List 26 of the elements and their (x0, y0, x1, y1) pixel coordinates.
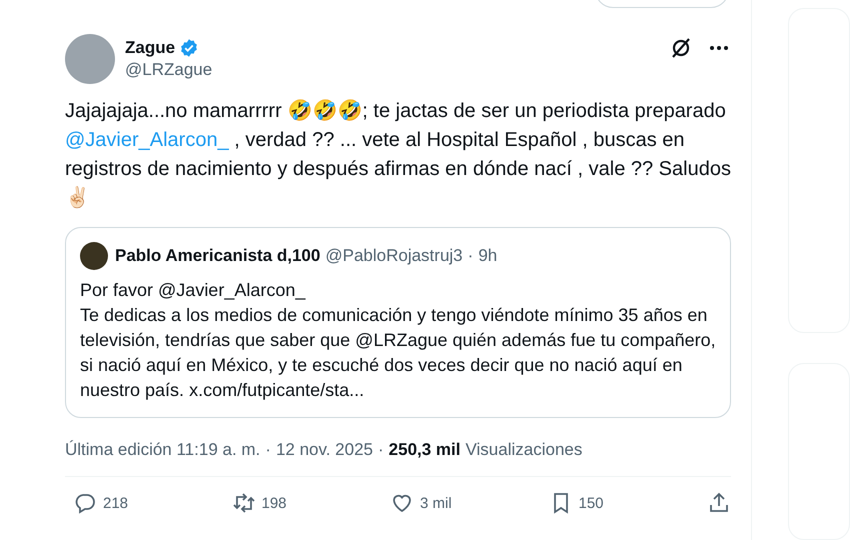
upload-arrow-icon (707, 491, 731, 515)
quoted-author-handle: @PabloRojastruj3 (325, 246, 463, 266)
like-button[interactable]: 3 mil (390, 491, 540, 515)
avatar-photo[interactable] (65, 34, 115, 84)
author-handle[interactable]: @LRZague (125, 60, 659, 80)
quoted-post-text: Por favor @Javier_Alarcon_ Te dedicas a los medios de comunicación y tengo viéndote mínimo 35 años en televisión, tendrías que saber que @LRZague quién además fue tu compañero, si nació aquí en México, y te escuché dos veces decir que no nació aquí en nuestro país. x.com/futpicante/sta... (80, 279, 716, 402)
separator-dot: · (468, 246, 474, 266)
avatar-photo (80, 242, 108, 270)
repost-button[interactable]: 198 (232, 491, 382, 515)
quoted-post-time: 9h (478, 246, 498, 266)
slashed-circle-icon[interactable] (669, 36, 693, 60)
bookmark-button[interactable]: 150 (548, 491, 698, 515)
separator-dot: · (378, 440, 384, 460)
quoted-post[interactable] (65, 227, 731, 418)
views-count: 250,3 mil (388, 440, 460, 460)
speech-bubble-icon (73, 491, 97, 515)
reply-button[interactable]: 218 (73, 491, 223, 515)
share-button[interactable] (707, 491, 731, 515)
separator-dot: · (265, 440, 271, 460)
edited-time[interactable]: Última edición 11:19 a. m. (65, 440, 260, 460)
tweet-text: Jajajajaja...no mamarrrrr 🤣🤣🤣; te jactas de ser un periodista preparado @Javier_Alarcon_ , verdad ?? ... vete al Hospital Español , buscas en registros de nacimiento y después afirmas en dónde nací , vale ?? Saludos ✌🏻 (65, 98, 731, 211)
quoted-author-name: Pablo Americanista d,100 (115, 246, 320, 266)
views-label: Visualizaciones (466, 440, 582, 460)
repost-arrows-icon (232, 491, 256, 515)
author-name[interactable]: Zague (125, 38, 176, 58)
post-date[interactable]: 12 nov. 2025 (276, 440, 373, 460)
